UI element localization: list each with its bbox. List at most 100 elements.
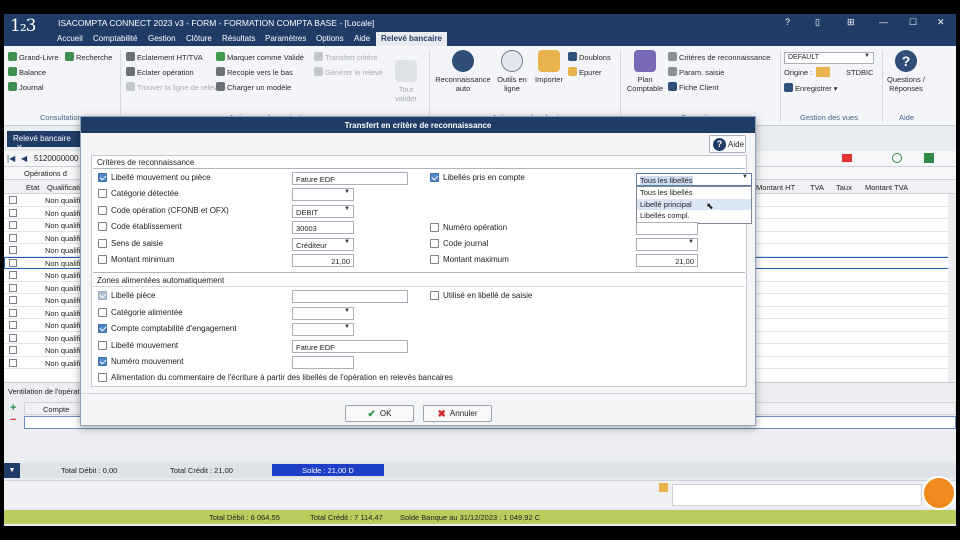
marquer-valide-button[interactable]: Marquer comme Validé <box>216 52 304 62</box>
importer-button[interactable]: Importer <box>532 50 566 84</box>
ok-button[interactable]: ✔ OK <box>345 405 414 422</box>
row-checkbox[interactable] <box>9 246 17 254</box>
maximize-icon[interactable]: ☐ <box>909 17 917 28</box>
balance-button[interactable]: Balance <box>8 67 46 77</box>
row-checkbox[interactable] <box>9 296 17 304</box>
row-checkbox[interactable] <box>9 233 17 242</box>
row-checkbox[interactable] <box>9 221 17 229</box>
row-checkbox[interactable] <box>9 283 17 292</box>
montant-max-checkbox[interactable] <box>430 255 439 264</box>
numero-operation-checkbox[interactable] <box>430 223 439 232</box>
menu-accueil[interactable]: Accueil <box>57 34 83 43</box>
row-checkbox[interactable] <box>9 258 17 267</box>
option-tous-libelles[interactable]: Tous les libellés <box>637 187 751 199</box>
comment-field[interactable] <box>672 484 922 506</box>
col-tva[interactable]: TVA <box>810 183 824 192</box>
first-icon[interactable]: |◀ <box>7 154 15 163</box>
code-journal-checkbox[interactable] <box>430 239 439 248</box>
plan-comptable-button[interactable]: Plan Comptable <box>624 50 666 93</box>
categorie-checkbox[interactable] <box>98 189 107 198</box>
row-checkbox[interactable] <box>9 271 17 279</box>
row-checkbox[interactable] <box>9 346 17 354</box>
device-icon[interactable]: ▯ <box>815 17 820 28</box>
row-checkbox[interactable] <box>9 196 17 204</box>
montant-min-checkbox[interactable] <box>98 255 107 264</box>
cancel-button[interactable]: ✖ Annuler <box>423 405 492 422</box>
questions-reponses-button[interactable]: ? Questions / Réponses <box>884 50 928 93</box>
code-operation-checkbox[interactable] <box>98 206 107 215</box>
code-journal-select[interactable]: ▼ <box>636 238 698 251</box>
prev-icon[interactable]: ◀ <box>21 154 27 163</box>
grid-scrollbar[interactable] <box>948 194 956 382</box>
doublons-button[interactable]: Doublons <box>568 52 611 62</box>
enregistrer-button[interactable]: Enregistrer ▾ <box>784 83 838 93</box>
close-icon[interactable]: ✕ <box>937 17 945 28</box>
menu-comptabilite[interactable]: Comptabilité <box>93 34 137 43</box>
menu-parametres[interactable]: Paramètres <box>265 34 306 43</box>
numero-operation-field[interactable] <box>636 222 698 235</box>
charger-modele-button[interactable]: Charger un modèle <box>216 82 291 92</box>
numero-mouvement-checkbox[interactable] <box>98 357 107 366</box>
delete-icon[interactable] <box>842 154 852 162</box>
categorie-alimentee-select[interactable]: ▼ <box>292 307 354 320</box>
compte-engagement-checkbox[interactable] <box>98 324 107 333</box>
option-libelles-compl[interactable]: Libellés compl. <box>637 210 751 222</box>
sens-saisie-select[interactable]: Créditeur ▼ <box>292 238 354 251</box>
reconnaissance-auto-button[interactable]: Reconnaissance auto <box>434 50 492 93</box>
criteres-reconnaissance-button[interactable]: Critères de reconnaissance <box>668 52 770 62</box>
libelle-mouvement-field[interactable]: Fature EDF <box>292 340 408 353</box>
assistant-icon[interactable] <box>922 476 956 510</box>
row-checkbox[interactable] <box>9 308 17 317</box>
menu-resultats[interactable]: Résultats <box>222 34 255 43</box>
libelle-piece-field[interactable] <box>292 290 408 303</box>
fiche-client-button[interactable]: Fiche Client <box>668 82 719 92</box>
menu-cloture[interactable]: Clôture <box>186 34 212 43</box>
transfert-critere-button[interactable]: Transfert critère <box>314 52 378 62</box>
option-libelle-principal[interactable]: Libellé principal <box>637 198 751 210</box>
menu-aide[interactable]: Aide <box>354 34 370 43</box>
menu-gestion[interactable]: Gestion <box>148 34 176 43</box>
generer-releve-button[interactable]: Générer le relevé <box>314 67 383 77</box>
trouver-ligne-button[interactable]: Trouver la ligne de relevé <box>126 82 221 92</box>
excel-icon[interactable] <box>924 153 934 163</box>
alimentation-commentaire-checkbox[interactable] <box>98 373 107 382</box>
code-etablissement-checkbox[interactable] <box>98 222 107 231</box>
add-icon[interactable]: + <box>10 402 16 414</box>
row-checkbox[interactable] <box>9 321 17 329</box>
numero-mouvement-field[interactable] <box>292 356 354 369</box>
remove-icon[interactable]: − <box>10 414 16 426</box>
sens-saisie-checkbox[interactable] <box>98 239 107 248</box>
folder-icon[interactable] <box>816 67 830 77</box>
utilise-libelle-checkbox[interactable] <box>430 291 439 300</box>
libelles-pris-checkbox[interactable] <box>430 173 439 182</box>
journal-button[interactable]: Journal <box>8 82 44 92</box>
help-button[interactable]: ? Aide <box>709 135 746 153</box>
eclater-operation-button[interactable]: Eclater opération <box>126 67 194 77</box>
tab-releve-bancaire[interactable]: Relevé bancaire ✕ <box>7 131 81 152</box>
refresh-icon[interactable] <box>892 153 902 163</box>
libelle-checkbox[interactable] <box>98 173 107 182</box>
col-qualification[interactable]: Qualificati <box>47 183 80 192</box>
montant-max-field[interactable]: 21,00 <box>636 254 698 267</box>
compte-engagement-select[interactable]: ▼ <box>292 323 354 336</box>
libelle-field[interactable]: Fature EDF <box>292 172 408 185</box>
libelle-mouvement-checkbox[interactable] <box>98 341 107 350</box>
minimize-icon[interactable]: — <box>879 17 888 27</box>
menu-options[interactable]: Options <box>316 34 344 43</box>
categorie-alimentee-checkbox[interactable] <box>98 308 107 317</box>
grand-livre-button[interactable]: Grand-Livre <box>8 52 59 62</box>
col-montant-ht[interactable]: Montant HT <box>756 183 795 192</box>
eclatement-ht-tva-button[interactable]: Eclatement HT/TVA <box>126 52 203 62</box>
col-compte[interactable]: Compte <box>43 405 69 414</box>
outils-en-ligne-button[interactable]: Outils en ligne <box>494 50 530 93</box>
col-etat[interactable]: Etat <box>26 183 39 192</box>
menu-releve-bancaire[interactable]: Relevé bancaire <box>376 32 447 46</box>
col-taux[interactable]: Taux <box>836 183 852 192</box>
categorie-select[interactable]: ▼ <box>292 188 354 201</box>
recherche-button[interactable]: Recherche <box>65 52 112 62</box>
tout-valider-button[interactable]: Tout valider <box>389 60 423 103</box>
view-select[interactable]: DEFAULT ▼ <box>784 52 874 64</box>
row-checkbox[interactable] <box>9 333 17 342</box>
epurer-button[interactable]: Epurer <box>568 67 602 77</box>
col-montant-tva[interactable]: Montant TVA <box>865 183 908 192</box>
